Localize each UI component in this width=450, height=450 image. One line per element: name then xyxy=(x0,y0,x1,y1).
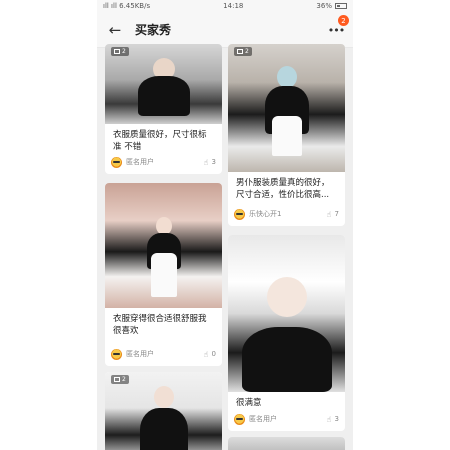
image-icon xyxy=(114,377,120,382)
photo-count-badge: 2 xyxy=(111,47,129,56)
username: 匿名用户 xyxy=(249,415,277,423)
review-card[interactable]: 2 男仆服装质量真的很好，尺寸合适，性价比很高... 乐快心开1 ☝ 7 xyxy=(228,44,345,226)
review-photo[interactable]: 2 xyxy=(105,372,222,450)
review-text: 很满意 xyxy=(236,398,262,408)
review-photo[interactable] xyxy=(228,235,345,392)
like-count: 3 xyxy=(334,415,339,423)
review-card[interactable]: 2 衣服质量很好，尺寸很标准 不错 匿名用户 ☝ 3 xyxy=(105,44,222,174)
review-photo[interactable]: 2 xyxy=(105,44,222,124)
review-photo[interactable] xyxy=(228,437,345,450)
avatar xyxy=(111,156,122,168)
photo-count-badge: 2 xyxy=(234,47,252,56)
review-photo[interactable]: 2 xyxy=(228,44,345,172)
avatar xyxy=(234,208,245,220)
review-text: 衣服质量很好，尺寸很标准 不错 xyxy=(113,130,207,152)
battery-icon xyxy=(334,3,347,9)
photo-count-badge: 2 xyxy=(111,375,129,384)
avatar xyxy=(234,413,245,425)
network-status: ıll ıll 6.45KB/s xyxy=(103,2,151,10)
thumbs-up-icon[interactable]: ☝ xyxy=(204,158,209,167)
image-icon xyxy=(114,49,120,54)
review-card[interactable]: 很满意 匿名用户 ☝ 3 xyxy=(228,235,345,431)
avatar xyxy=(111,348,122,360)
battery-level: 36% xyxy=(316,2,332,10)
thumbs-up-icon[interactable]: ☝ xyxy=(327,210,332,219)
username: 匿名用户 xyxy=(126,350,154,358)
thumbs-up-icon[interactable]: ☝ xyxy=(204,350,209,359)
thumbs-up-icon[interactable]: ☝ xyxy=(327,415,332,424)
review-text: 男仆服装质量真的很好，尺寸合适，性价比很高... xyxy=(236,178,330,200)
review-meta: 匿名用户 ☝ 3 xyxy=(111,156,216,168)
username: 乐快心开1 xyxy=(249,210,282,218)
review-feed[interactable]: 2 衣服质量很好，尺寸很标准 不错 匿名用户 ☝ 3 2 男仆服装质量真的很好，… xyxy=(97,44,353,450)
notification-badge: 2 xyxy=(338,15,349,26)
review-meta: 乐快心开1 ☝ 7 xyxy=(234,208,339,220)
username: 匿名用户 xyxy=(126,158,154,166)
clock: 14:18 xyxy=(223,2,244,10)
review-photo[interactable] xyxy=(105,183,222,308)
app-header: ← 买家秀 ••• 2 xyxy=(97,12,353,48)
like-count: 7 xyxy=(334,210,339,218)
review-card[interactable] xyxy=(228,437,345,450)
phone-screen: ıll ıll 6.45KB/s 14:18 36% ← 买家秀 ••• 2 2… xyxy=(97,0,353,450)
review-text: 衣服穿得很合适很舒服我很喜欢 xyxy=(113,314,207,336)
page-title: 买家秀 xyxy=(135,23,172,37)
like-count: 3 xyxy=(211,158,216,166)
back-arrow-icon[interactable]: ← xyxy=(97,12,133,48)
like-count: 0 xyxy=(211,350,216,358)
review-meta: 匿名用户 ☝ 0 xyxy=(111,348,216,360)
review-card[interactable]: 2 xyxy=(105,372,222,450)
review-meta: 匿名用户 ☝ 3 xyxy=(234,413,339,425)
review-card[interactable]: 衣服穿得很合适很舒服我很喜欢 匿名用户 ☝ 0 xyxy=(105,183,222,366)
status-bar: ıll ıll 6.45KB/s 14:18 36% xyxy=(97,0,353,12)
image-icon xyxy=(237,49,243,54)
